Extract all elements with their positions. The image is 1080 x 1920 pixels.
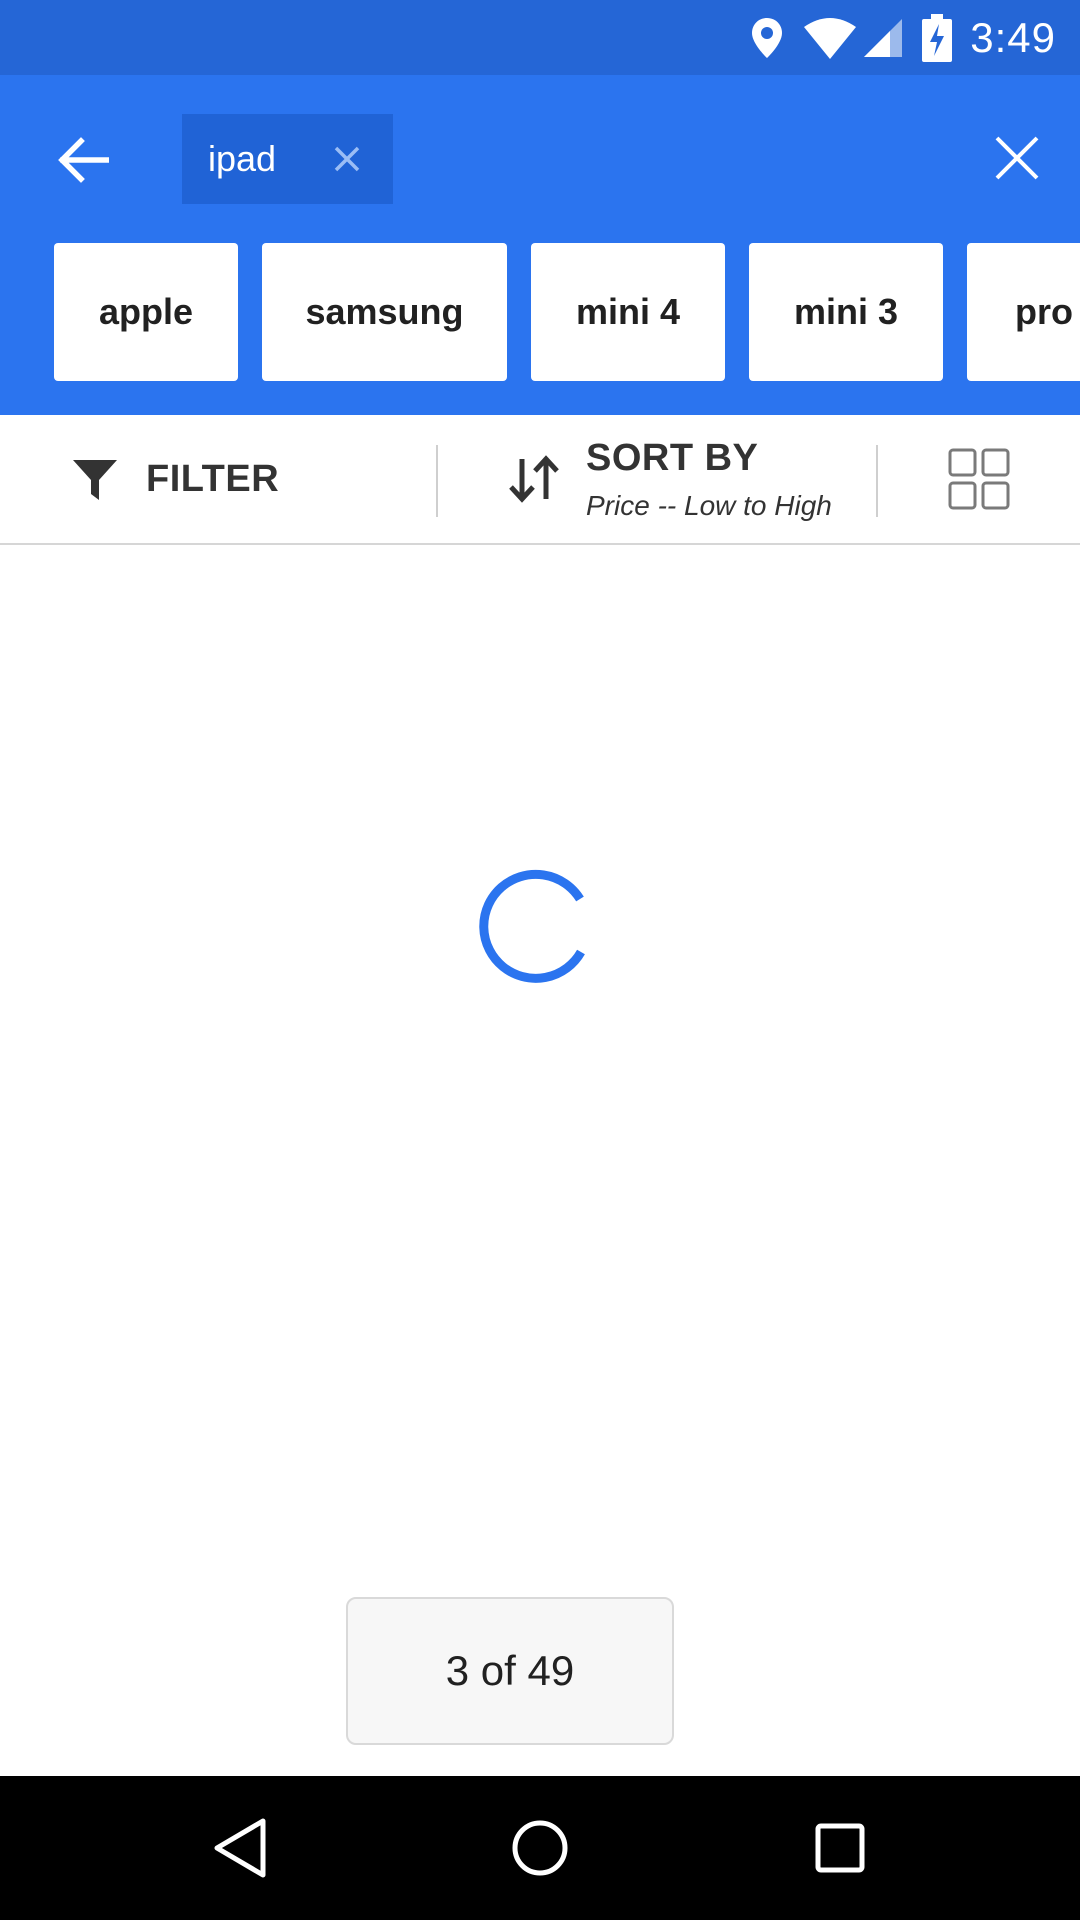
loading-spinner-icon <box>479 869 585 983</box>
nav-home-button[interactable] <box>490 1798 590 1898</box>
results-toolbar: FILTER SORT BY Price -- Low to High <box>0 415 1080 545</box>
search-query-chip[interactable]: ipad <box>182 114 393 204</box>
wifi-icon <box>802 17 858 59</box>
close-search-button[interactable] <box>972 113 1062 203</box>
clear-query-button[interactable] <box>327 139 367 179</box>
close-icon <box>995 136 1039 180</box>
sort-button[interactable]: SORT BY Price -- Low to High <box>438 415 876 543</box>
back-button[interactable] <box>40 117 126 203</box>
cell-signal-icon <box>862 17 904 59</box>
grid-view-icon <box>948 448 1010 510</box>
page-indicator: 3 of 49 <box>346 1597 674 1745</box>
filter-label: FILTER <box>146 457 280 500</box>
filter-icon <box>73 460 117 500</box>
sort-label: SORT BY <box>586 436 759 479</box>
suggestion-chip[interactable]: mini 3 <box>749 243 943 381</box>
status-time: 3:49 <box>970 13 1056 61</box>
results-content <box>0 547 1080 1776</box>
status-bar: 3:49 <box>0 0 1080 75</box>
search-query-text: ipad <box>208 138 277 179</box>
search-results-screen: 3:49 ipad apple samsung mini 4 mini 3 pr… <box>0 0 1080 1920</box>
view-toggle-button[interactable] <box>878 415 1080 543</box>
nav-home-icon <box>512 1820 568 1876</box>
battery-charging-icon <box>922 13 953 62</box>
navigation-bar <box>0 1776 1080 1920</box>
suggestion-chips: apple samsung mini 4 mini 3 pro <box>54 243 1080 381</box>
clear-icon <box>334 146 360 172</box>
search-header: ipad apple samsung mini 4 mini 3 pro <box>0 75 1080 415</box>
location-icon <box>750 16 784 60</box>
nav-back-button[interactable] <box>190 1798 290 1898</box>
suggestion-chip[interactable]: samsung <box>262 243 507 381</box>
suggestion-chip[interactable]: pro <box>967 243 1080 381</box>
nav-back-icon <box>214 1818 266 1878</box>
sort-icon <box>509 455 559 503</box>
sort-value: Price -- Low to High <box>586 489 832 521</box>
filter-button[interactable]: FILTER <box>0 415 438 543</box>
nav-recents-icon <box>815 1823 865 1873</box>
arrow-left-icon <box>58 137 109 183</box>
suggestion-chip[interactable]: mini 4 <box>531 243 725 381</box>
nav-recents-button[interactable] <box>790 1798 890 1898</box>
suggestion-chip[interactable]: apple <box>54 243 238 381</box>
